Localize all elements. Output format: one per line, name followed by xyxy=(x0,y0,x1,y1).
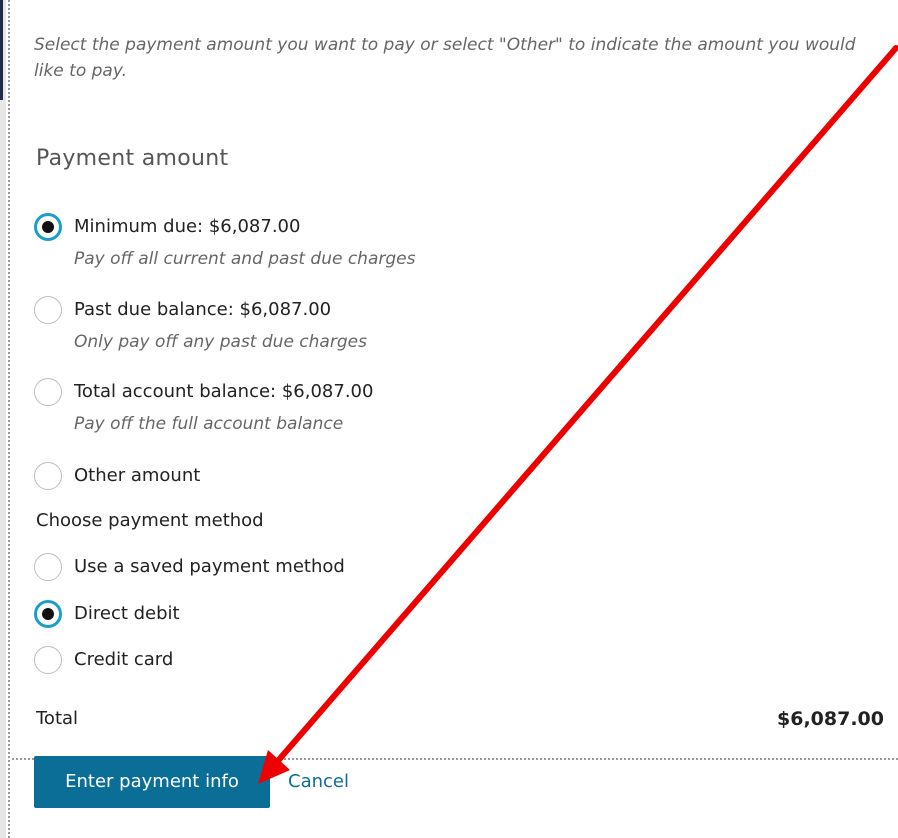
radio-label: Credit card xyxy=(74,649,174,670)
radio-sublabel: Pay off all current and past due charges xyxy=(74,249,416,269)
left-edge-strip xyxy=(0,0,10,838)
radio-button[interactable] xyxy=(34,378,62,406)
radio-sublabel: Pay off the full account balance xyxy=(74,414,344,434)
payment-page: Select the payment amount you want to pa… xyxy=(0,0,898,838)
radio-button[interactable] xyxy=(34,462,62,490)
radio-label: Past due balance: $6,087.00 xyxy=(74,299,332,320)
radio-minimum-due[interactable]: Minimum due: $6,087.00 Pay off all curre… xyxy=(34,213,416,271)
radio-sublabel: Only pay off any past due charges xyxy=(74,332,367,352)
radio-direct-debit[interactable]: Direct debit xyxy=(34,600,180,628)
radio-total-account-balance[interactable]: Total account balance: $6,087.00 Pay off… xyxy=(34,378,374,436)
radio-label: Minimum due: $6,087.00 xyxy=(74,216,301,237)
radio-button-selected[interactable] xyxy=(34,213,62,241)
cancel-link[interactable]: Cancel xyxy=(288,771,349,792)
radio-button-selected[interactable] xyxy=(34,600,62,628)
radio-label: Direct debit xyxy=(74,603,180,624)
total-value: $6,087.00 xyxy=(777,708,884,730)
left-edge-bar xyxy=(0,0,3,100)
radio-saved-payment-method[interactable]: Use a saved payment method xyxy=(34,553,345,581)
total-label: Total xyxy=(36,708,79,729)
radio-button[interactable] xyxy=(34,553,62,581)
payment-method-title: Choose payment method xyxy=(36,510,264,531)
radio-button[interactable] xyxy=(34,296,62,324)
payment-amount-title: Payment amount xyxy=(36,146,229,171)
radio-label: Total account balance: $6,087.00 xyxy=(74,381,374,402)
radio-other-amount[interactable]: Other amount xyxy=(34,462,201,490)
instructions-text: Select the payment amount you want to pa… xyxy=(34,35,856,81)
radio-past-due-balance[interactable]: Past due balance: $6,087.00 Only pay off… xyxy=(34,296,367,354)
radio-credit-card[interactable]: Credit card xyxy=(34,646,174,674)
radio-label: Use a saved payment method xyxy=(74,556,345,577)
left-edge-dotted-border xyxy=(8,0,12,838)
enter-payment-info-button[interactable]: Enter payment info xyxy=(34,756,270,808)
radio-label: Other amount xyxy=(74,465,201,486)
radio-button[interactable] xyxy=(34,646,62,674)
total-row: Total $6,087.00 xyxy=(36,708,884,730)
